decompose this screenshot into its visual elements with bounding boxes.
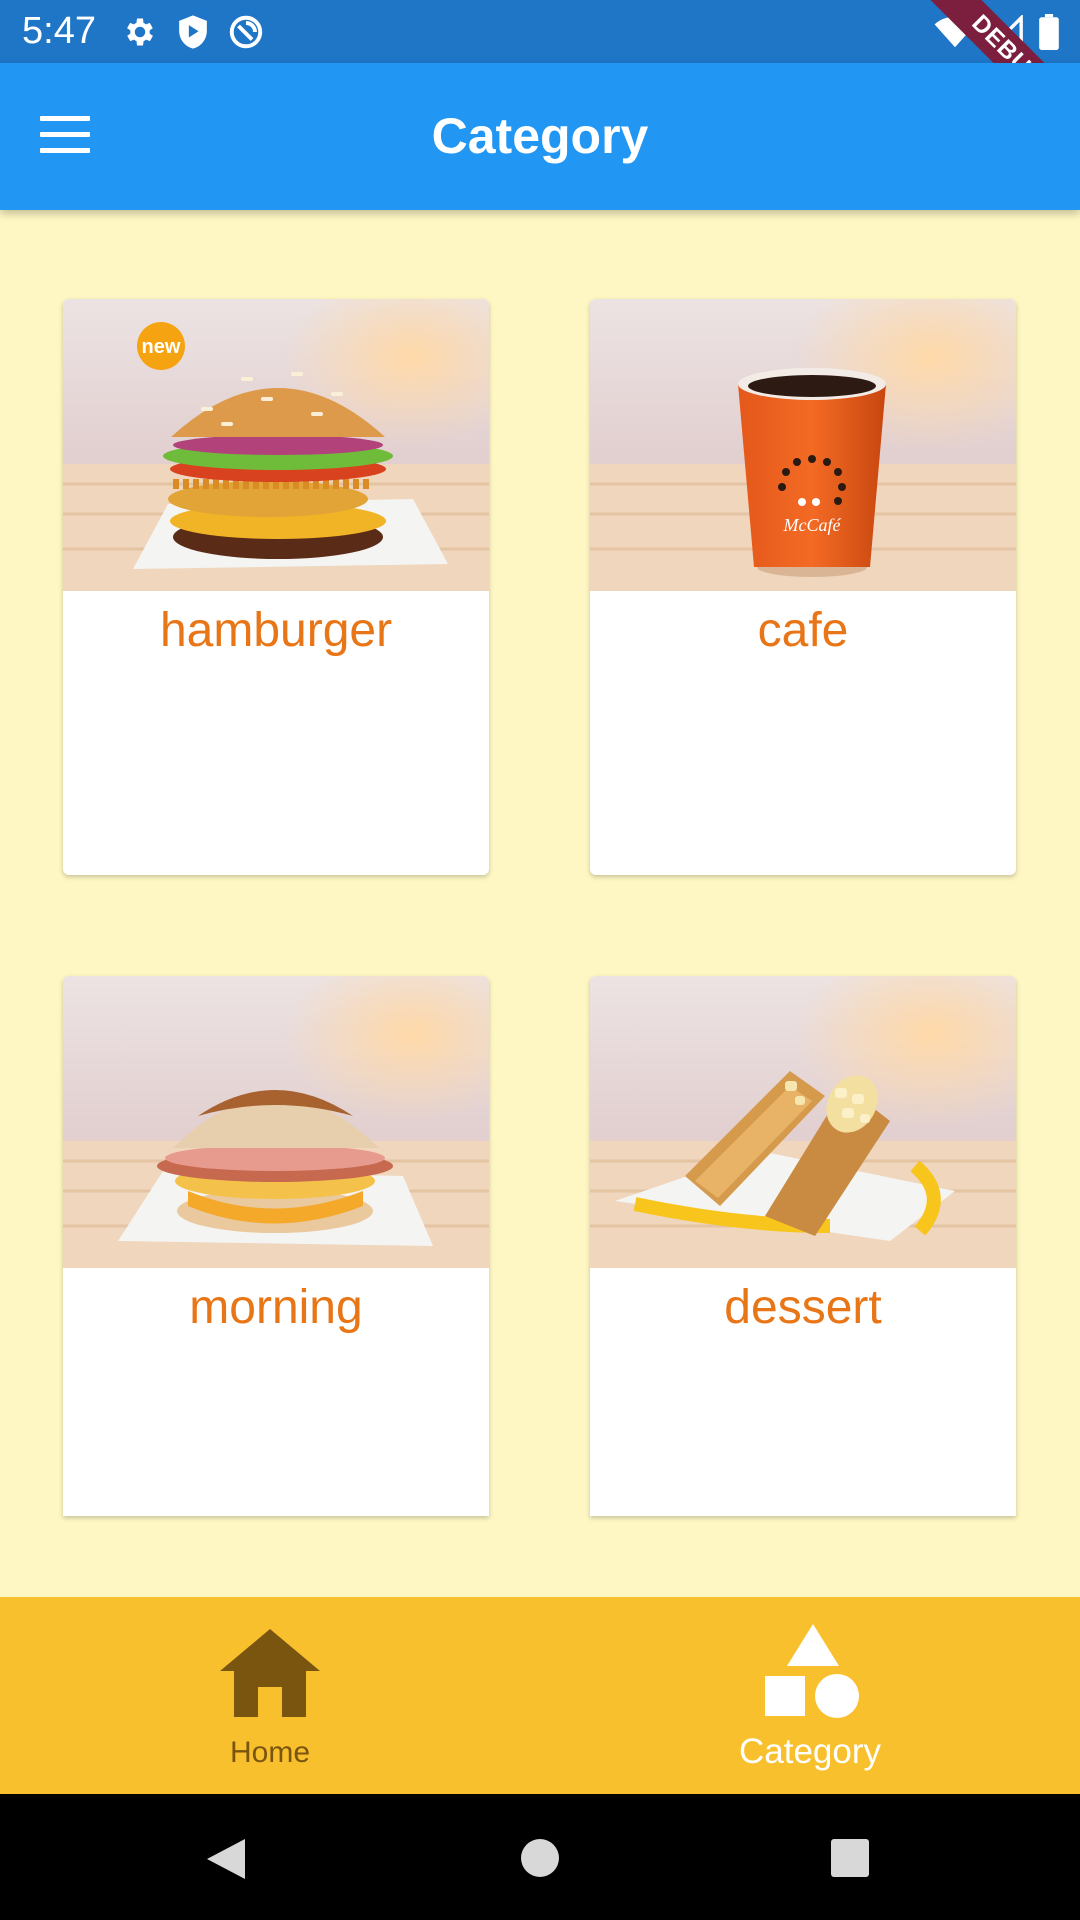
vpn-icon [229,15,263,49]
home-circle-icon[interactable] [520,1838,560,1878]
status-icons-left [122,12,264,52]
status-time: 5:47 [22,10,96,52]
category-label: hamburger [159,604,393,657]
status-bar: 5:47 DEBUG [0,0,1080,157]
nav-label-category: Category [738,1732,882,1771]
category-label: cafe [757,604,849,657]
recents-icon[interactable] [830,1838,870,1878]
category-card-morning[interactable]: morning [63,976,489,1516]
apple-pie-photo [590,976,1016,1268]
burger-photo: new [63,299,489,591]
menu-line [40,148,90,153]
system-navigation-bar [0,1794,1080,1920]
shield-play-icon [179,15,207,49]
nav-label-home: Home [229,1736,311,1769]
nav-item-home[interactable]: Home [0,1597,540,1794]
hamburger-menu-icon[interactable] [40,116,96,156]
category-label: morning [189,1281,363,1334]
category-label: dessert [724,1281,882,1334]
menu-line [40,132,90,137]
breakfast-muffin-photo [63,976,489,1268]
new-badge: new [142,336,181,358]
menu-line [40,116,90,121]
home-icon [220,1629,320,1717]
mccafe-cup-photo: McCafé [590,299,1016,591]
nav-item-category[interactable]: Category [540,1597,1080,1794]
gear-icon [127,18,153,46]
mccafe-logo: McCafé [783,515,842,535]
back-icon[interactable] [205,1837,247,1881]
shapes-icon [765,1624,859,1718]
category-card-dessert[interactable]: dessert [590,976,1016,1516]
category-card-cafe[interactable]: McCafé cafe [590,299,1016,875]
battery-icon [1039,14,1059,50]
page-title: Category [431,108,649,164]
app-bar: Category [0,63,1080,210]
category-card-hamburger[interactable]: new hamburger [63,299,489,875]
bottom-navigation: Home Category [0,1597,1080,1794]
